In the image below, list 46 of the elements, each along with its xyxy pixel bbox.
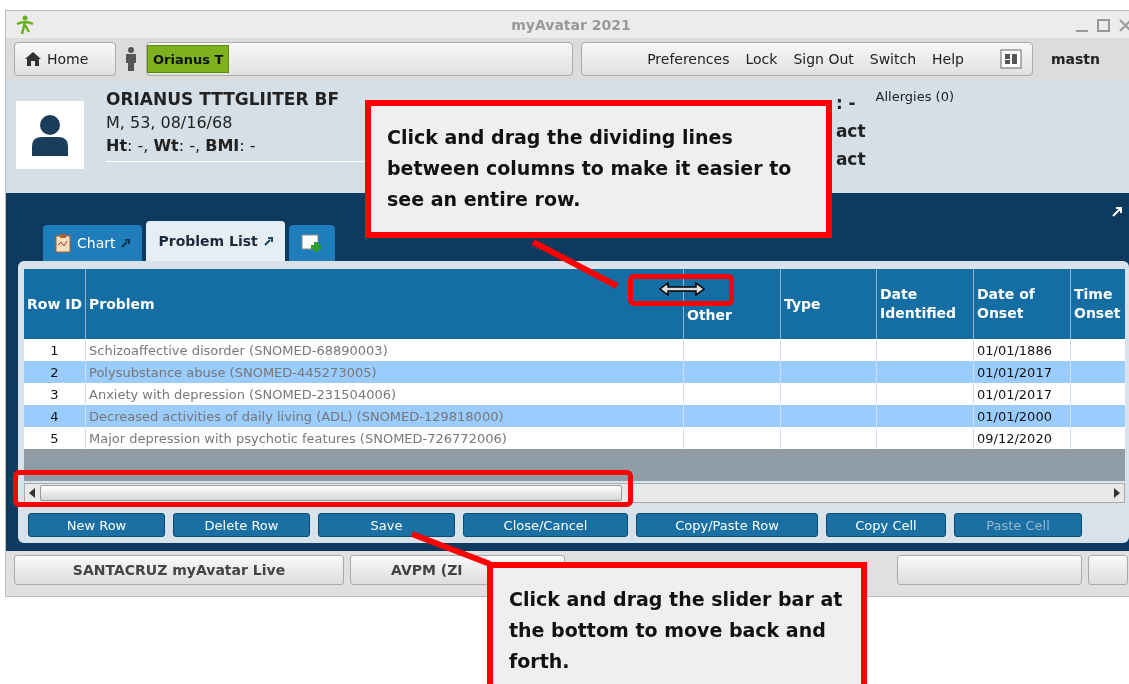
patient-name: ORIANUS TTTGLIITER BF <box>106 88 340 109</box>
callout-text: Click and drag the slider bar at the bottom to move back and forth. <box>487 562 867 684</box>
layout-icon[interactable] <box>1000 49 1022 70</box>
allergies-label: Allergies (0) <box>875 88 954 106</box>
add-tab-button[interactable] <box>288 225 335 262</box>
menu-link[interactable]: Switch <box>869 51 917 68</box>
clipboard-icon <box>55 233 71 254</box>
left-arrow-icon[interactable] <box>28 488 36 499</box>
table-cell: Major depression with psychotic features (SNOMED-726772006) <box>86 427 684 450</box>
pin-icon <box>121 238 131 248</box>
header-field: act <box>835 120 866 141</box>
header-field: : - <box>835 92 866 113</box>
menu-link[interactable]: Help <box>932 51 964 68</box>
action-button[interactable]: Save <box>318 513 455 538</box>
user-name: mastn <box>1051 51 1101 68</box>
tab[interactable]: Problem List <box>146 221 285 262</box>
table-cell: 09/12/2020 <box>974 427 1071 450</box>
menu-link[interactable]: Preferences <box>647 51 730 68</box>
patient-measurements: Ht: -, Wt: -, BMI: - <box>106 135 257 155</box>
menu-link[interactable]: Lock <box>745 51 778 68</box>
page-plus-icon <box>300 233 323 254</box>
tab[interactable]: Chart <box>43 225 143 262</box>
action-button[interactable]: Copy Cell <box>826 513 946 538</box>
patient-demographics: M, 53, 08/16/68 <box>106 112 234 132</box>
table-cell: 5 <box>24 427 86 450</box>
header-field: act <box>835 148 866 169</box>
logo-icon <box>16 15 34 35</box>
resize-cursor-icon <box>659 282 705 296</box>
action-button[interactable]: Delete Row <box>173 513 310 538</box>
scrollbar-thumb[interactable] <box>40 485 622 502</box>
action-button[interactable]: New Row <box>28 513 165 538</box>
status-tab[interactable]: SANTACRUZ myAvatar Live <box>14 555 344 586</box>
person-icon[interactable] <box>124 47 138 72</box>
callout-text: Click and drag the dividing lines between columns to make it easier to see an entire row. <box>365 100 832 238</box>
window-title: myAvatar 2021 <box>511 16 631 33</box>
expand-icon[interactable] <box>1112 207 1122 218</box>
right-arrow-icon[interactable] <box>1113 488 1121 499</box>
action-button[interactable]: Close/Cancel <box>463 513 628 538</box>
pin-icon <box>263 236 273 246</box>
menu-link[interactable]: Sign Out <box>793 51 854 68</box>
home-icon <box>25 52 41 67</box>
horizontal-scrollbar[interactable] <box>24 483 1125 504</box>
action-button[interactable]: Copy/Paste Row <box>636 513 818 538</box>
patient-button[interactable]: Orianus T <box>147 45 230 74</box>
home-button[interactable]: Home <box>25 51 89 68</box>
avatar-icon <box>16 100 84 169</box>
